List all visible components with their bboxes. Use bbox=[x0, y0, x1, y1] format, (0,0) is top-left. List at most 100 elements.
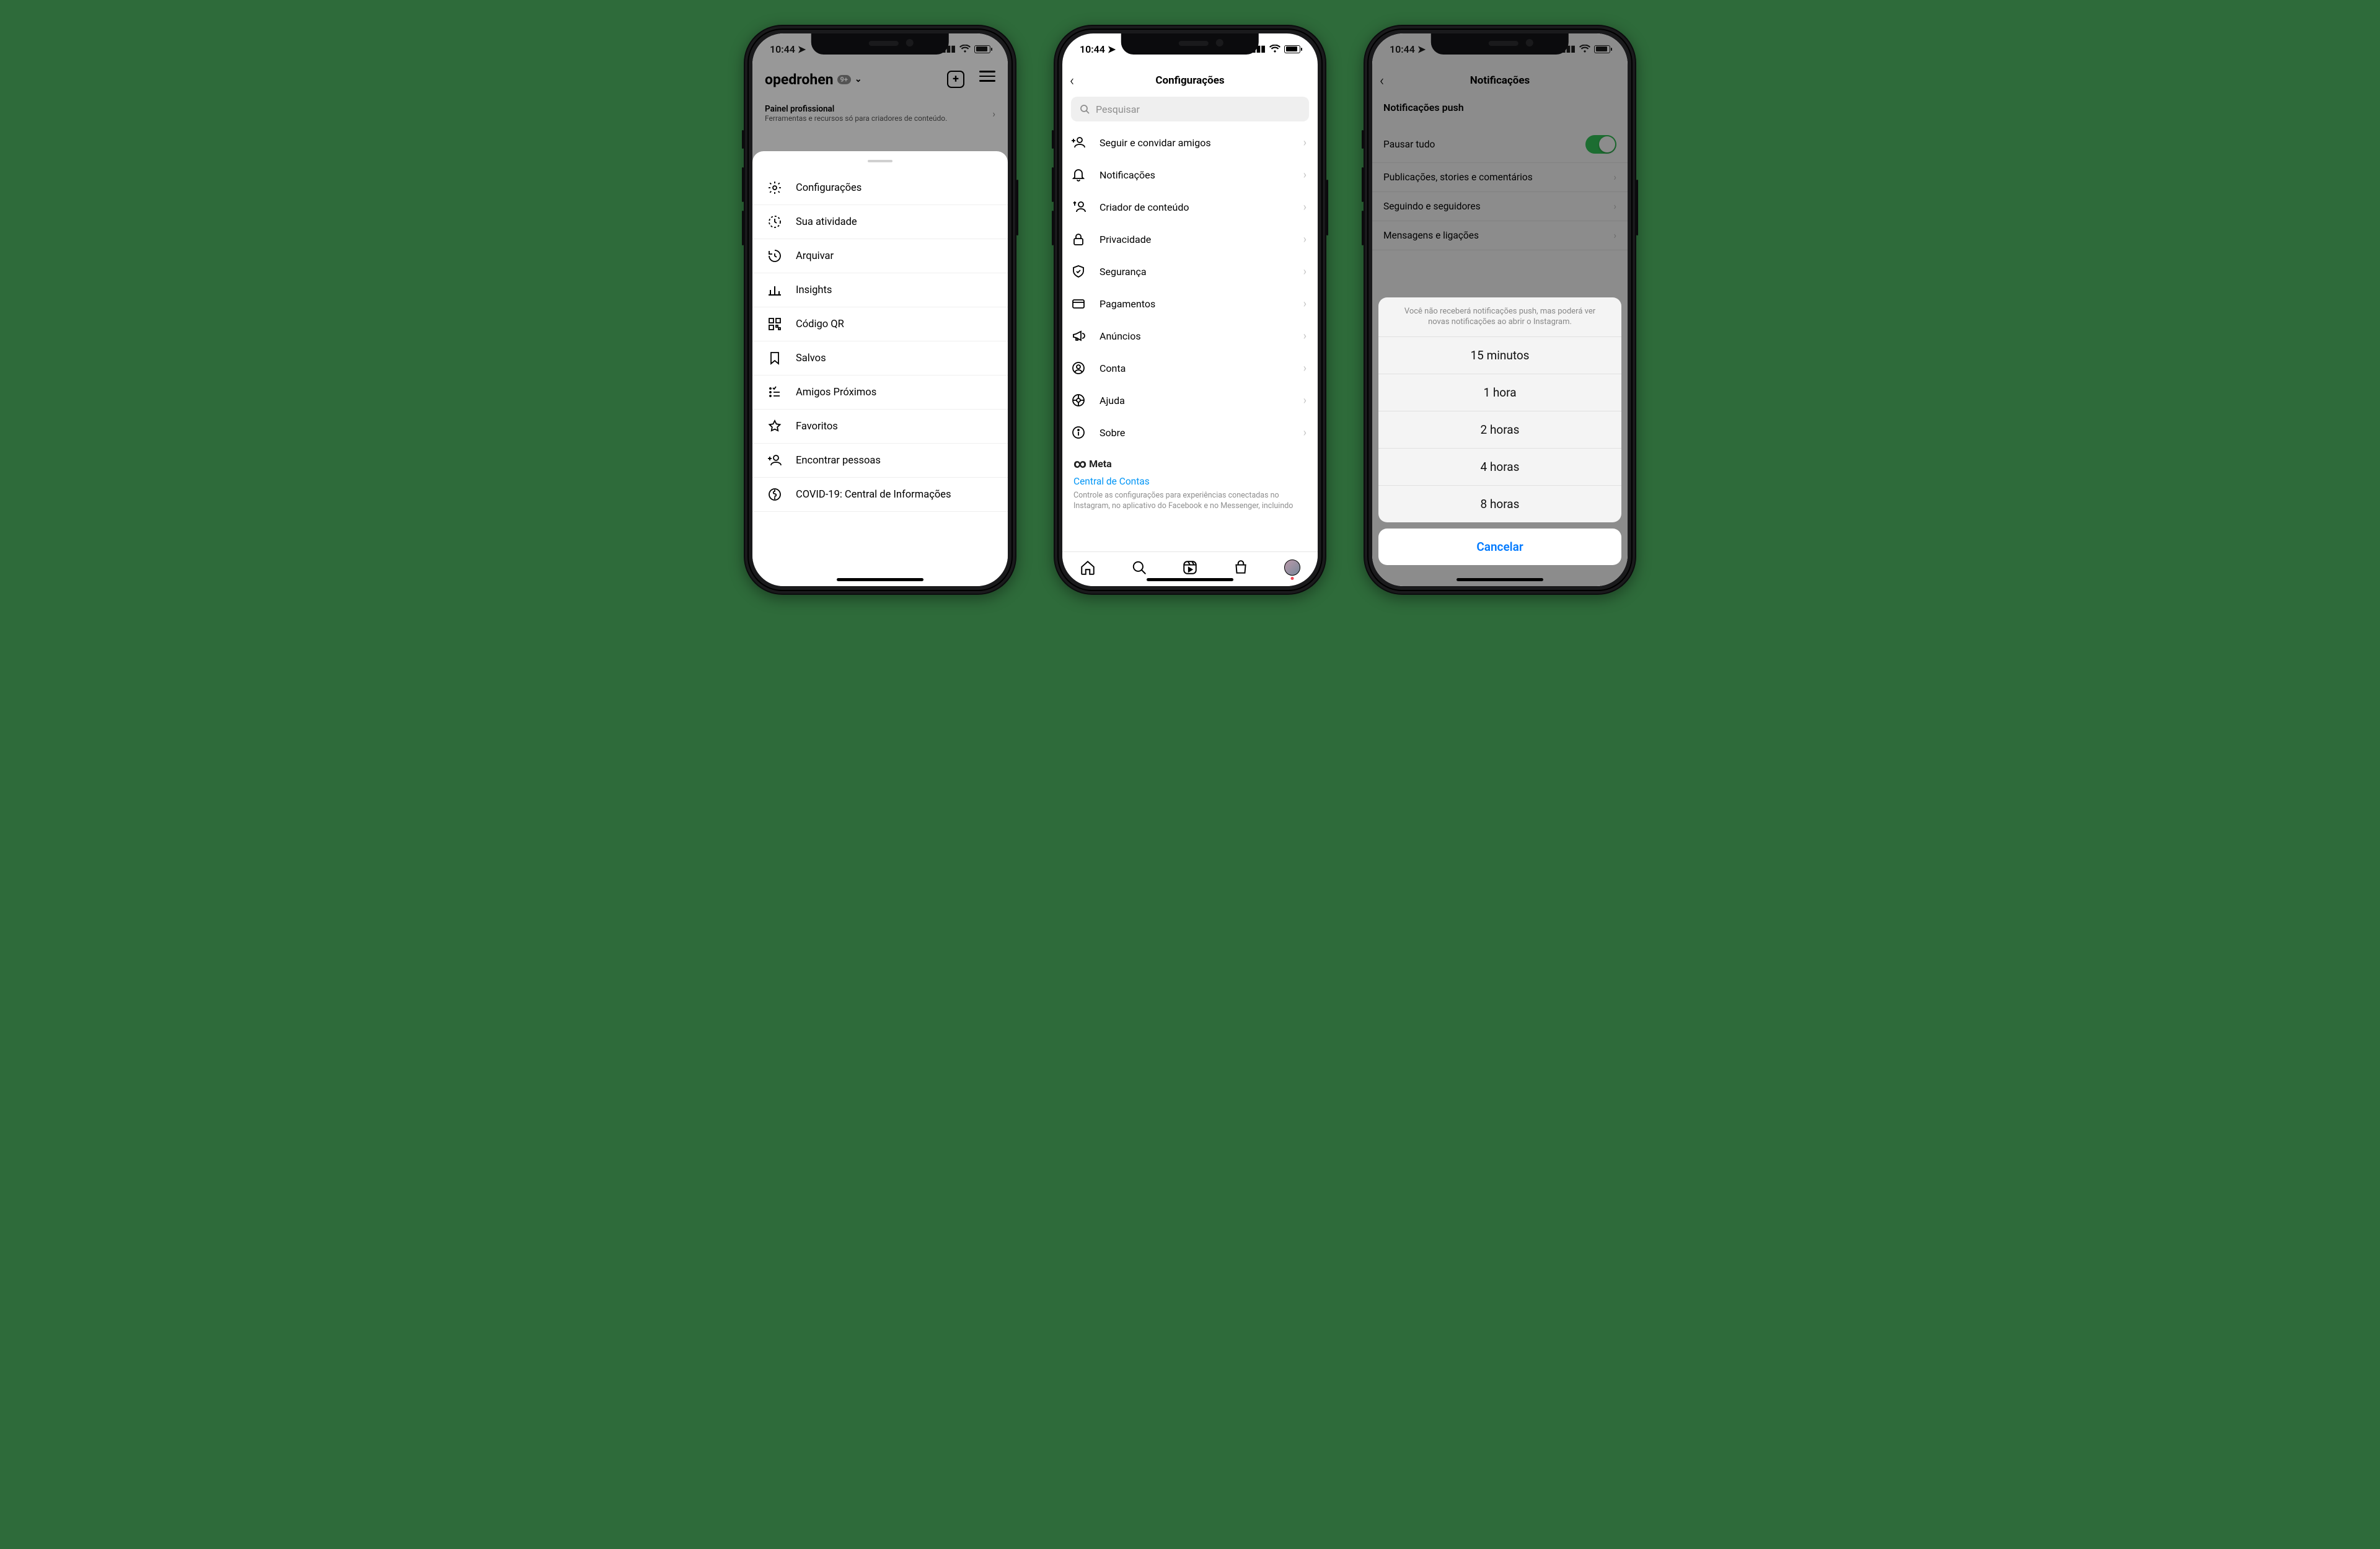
add-person-icon bbox=[767, 453, 782, 468]
menu-item-star[interactable]: Favoritos bbox=[752, 410, 1008, 444]
settings-item-label: Ajuda bbox=[1100, 395, 1125, 406]
menu-item-label: Insights bbox=[796, 284, 832, 296]
search-placeholder: Pesquisar bbox=[1096, 103, 1140, 115]
accounts-center-link[interactable]: Central de Contas bbox=[1073, 471, 1307, 491]
activity-icon bbox=[767, 214, 782, 229]
settings-item-label: Notificações bbox=[1100, 169, 1155, 181]
settings-item-card[interactable]: Pagamentos › bbox=[1062, 287, 1318, 320]
duration-option[interactable]: 8 horas bbox=[1378, 486, 1621, 522]
location-arrow-icon: ➤ bbox=[798, 43, 806, 55]
settings-item-bell[interactable]: Notificações › bbox=[1062, 159, 1318, 191]
search-tab[interactable] bbox=[1131, 559, 1147, 576]
shop-tab[interactable] bbox=[1233, 559, 1249, 576]
settings-item-label: Sobre bbox=[1100, 427, 1125, 439]
menu-item-activity[interactable]: Sua atividade bbox=[752, 205, 1008, 239]
chevron-right-icon: › bbox=[1303, 233, 1307, 246]
duration-option[interactable]: 15 minutos bbox=[1378, 337, 1621, 374]
account-icon bbox=[1071, 361, 1090, 375]
chevron-right-icon: › bbox=[1303, 362, 1307, 375]
lock-icon bbox=[1071, 232, 1090, 247]
search-icon bbox=[1080, 104, 1090, 114]
menu-item-gear[interactable]: Configurações bbox=[752, 171, 1008, 205]
duration-option[interactable]: 2 horas bbox=[1378, 411, 1621, 449]
settings-item-info[interactable]: Sobre › bbox=[1062, 416, 1318, 449]
chevron-right-icon: › bbox=[1303, 169, 1307, 182]
meta-logo: ∞Meta bbox=[1073, 456, 1307, 471]
settings-item-lock[interactable]: Privacidade › bbox=[1062, 223, 1318, 255]
menu-item-close-friends[interactable]: Amigos Próximos bbox=[752, 375, 1008, 410]
settings-item-label: Anúncios bbox=[1100, 330, 1141, 342]
action-sheet-description: Você não receberá notificações push, mas… bbox=[1378, 297, 1621, 337]
status-time: 10:44 bbox=[1080, 43, 1105, 55]
settings-item-megaphone[interactable]: Anúncios › bbox=[1062, 320, 1318, 352]
notch bbox=[811, 33, 949, 55]
megaphone-icon bbox=[1071, 328, 1090, 343]
page-header: ‹ Configurações bbox=[1062, 67, 1318, 94]
menu-item-label: Favoritos bbox=[796, 421, 838, 432]
status-time: 10:44 bbox=[770, 43, 795, 55]
location-arrow-icon: ➤ bbox=[1417, 43, 1426, 55]
settings-item-add-person[interactable]: Seguir e convidar amigos› bbox=[1062, 126, 1318, 159]
home-indicator[interactable] bbox=[1147, 578, 1233, 581]
phone-frame-1: 10:44 ➤ ▮▮▮▮ opedrohen 9+ ⌄ bbox=[744, 25, 1016, 595]
menu-item-label: Código QR bbox=[796, 318, 844, 330]
settings-item-shield[interactable]: Segurança› bbox=[1062, 255, 1318, 287]
shield-icon bbox=[1071, 264, 1090, 279]
settings-item-help[interactable]: Ajuda › bbox=[1062, 384, 1318, 416]
battery-icon bbox=[1594, 45, 1610, 53]
settings-item-label: Pagamentos bbox=[1100, 298, 1155, 310]
reels-tab[interactable] bbox=[1182, 559, 1198, 576]
bell-icon bbox=[1071, 167, 1090, 182]
settings-item-account[interactable]: Conta› bbox=[1062, 352, 1318, 384]
wifi-icon bbox=[1269, 45, 1280, 53]
menu-item-label: Salvos bbox=[796, 353, 826, 364]
menu-item-bookmark[interactable]: Salvos bbox=[752, 341, 1008, 375]
menu-item-chart[interactable]: Insights bbox=[752, 273, 1008, 307]
gear-icon bbox=[767, 180, 782, 195]
home-tab[interactable] bbox=[1080, 559, 1096, 576]
cancel-button[interactable]: Cancelar bbox=[1378, 529, 1621, 565]
bookmark-icon bbox=[767, 351, 782, 366]
action-sheet: Você não receberá notificações push, mas… bbox=[1378, 297, 1621, 565]
menu-item-label: Configurações bbox=[796, 182, 862, 194]
settings-item-creator[interactable]: Criador de conteúdo › bbox=[1062, 191, 1318, 223]
chevron-right-icon: › bbox=[1303, 297, 1307, 310]
menu-item-label: Amigos Próximos bbox=[796, 387, 876, 398]
menu-item-label: Sua atividade bbox=[796, 216, 857, 228]
chevron-right-icon: › bbox=[1303, 136, 1307, 149]
settings-item-label: Segurança bbox=[1100, 266, 1147, 278]
duration-option[interactable]: 4 horas bbox=[1378, 449, 1621, 486]
battery-icon bbox=[1284, 45, 1300, 53]
sheet-grabber[interactable] bbox=[868, 160, 892, 162]
help-icon bbox=[1071, 393, 1090, 408]
menu-item-add-person[interactable]: Encontrar pessoas bbox=[752, 444, 1008, 478]
creator-icon bbox=[1071, 200, 1090, 214]
search-input[interactable]: Pesquisar bbox=[1071, 97, 1309, 121]
menu-item-label: Encontrar pessoas bbox=[796, 455, 881, 467]
chart-icon bbox=[767, 283, 782, 297]
settings-item-label: Privacidade bbox=[1100, 234, 1151, 245]
meta-description: Controle as configurações para experiênc… bbox=[1073, 491, 1307, 512]
close-friends-icon bbox=[767, 385, 782, 400]
menu-item-qr[interactable]: Código QR bbox=[752, 307, 1008, 341]
phone-frame-3: 10:44 ➤ ▮▮▮▮ ‹ Notificações Notificações… bbox=[1364, 25, 1636, 595]
profile-tab[interactable] bbox=[1284, 559, 1300, 576]
home-indicator[interactable] bbox=[1457, 578, 1543, 581]
chevron-right-icon: › bbox=[1303, 201, 1307, 214]
meta-infinity-icon: ∞ bbox=[1073, 456, 1086, 471]
chevron-right-icon: › bbox=[1303, 426, 1307, 439]
chevron-right-icon: › bbox=[1303, 330, 1307, 343]
home-indicator[interactable] bbox=[837, 578, 923, 581]
bottom-sheet-menu: Configurações Sua atividade Arquivar Insigh… bbox=[752, 151, 1008, 586]
back-button[interactable]: ‹ bbox=[1070, 72, 1074, 89]
star-icon bbox=[767, 419, 782, 434]
notch bbox=[1121, 33, 1259, 55]
duration-option[interactable]: 1 hora bbox=[1378, 374, 1621, 411]
settings-item-label: Criador de conteúdo bbox=[1100, 201, 1189, 213]
status-time: 10:44 bbox=[1390, 43, 1415, 55]
menu-item-covid[interactable]: COVID-19: Central de Informações bbox=[752, 478, 1008, 512]
battery-icon bbox=[974, 45, 990, 53]
chevron-right-icon: › bbox=[1303, 394, 1307, 407]
menu-item-archive[interactable]: Arquivar bbox=[752, 239, 1008, 273]
page-title: Configurações bbox=[1155, 74, 1224, 87]
